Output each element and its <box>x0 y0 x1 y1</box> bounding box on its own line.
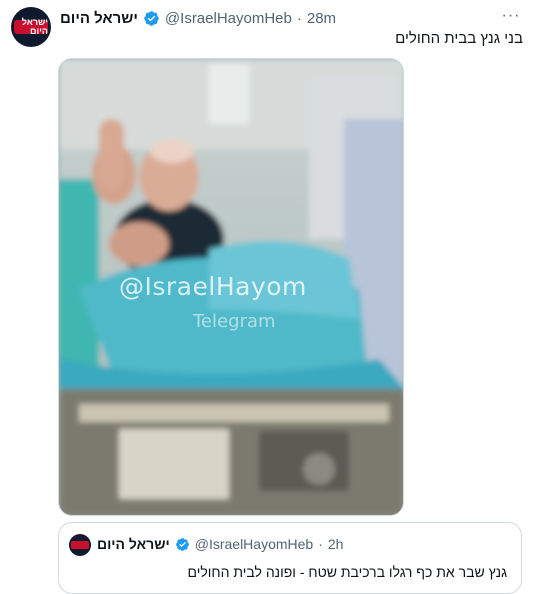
quoted-header-separator: · <box>318 536 323 552</box>
quoted-tweet-timestamp: 2h <box>327 536 344 552</box>
quoted-author-handle: @IsraelHayomHeb <box>194 536 314 552</box>
quoted-tweet[interactable]: ישראל היום @IsraelHayomHeb · 2h גנץ שבר … <box>58 522 522 594</box>
tweet-header: ישראל היום @IsraelHayomHeb · 28m <box>60 8 336 28</box>
tweet-timestamp[interactable]: 28m <box>307 10 336 27</box>
quoted-author-name: ישראל היום <box>97 536 170 552</box>
tweet: ישראל היום ישראל היום @IsraelHayomHeb · … <box>0 0 543 594</box>
avatar-logo-small <box>71 541 89 549</box>
quoted-tweet-text: גנץ שבר את כף רגלו ברכיבת שטח - ופונה לב… <box>187 564 508 580</box>
author-name[interactable]: ישראל היום <box>60 10 138 27</box>
quoted-tweet-header: ישראל היום @IsraelHayomHeb · 2h <box>97 536 343 552</box>
avatar-logo: ישראל היום <box>14 18 48 36</box>
verified-badge-icon <box>144 10 159 26</box>
media-watermark-sub: Telegram <box>193 311 276 332</box>
author-handle[interactable]: @IsraelHayomHeb <box>165 10 292 27</box>
quoted-author-avatar <box>69 534 91 556</box>
media-watermark: @IsraelHayom <box>119 272 307 301</box>
header-separator: · <box>296 9 302 27</box>
verified-badge-icon <box>175 537 189 551</box>
more-options-icon[interactable]: ··· <box>499 6 523 26</box>
tweet-text: בני גנץ בבית החולים <box>395 30 523 47</box>
tweet-media-image[interactable]: @IsraelHayom Telegram <box>58 58 404 516</box>
author-avatar[interactable]: ישראל היום <box>11 7 51 47</box>
